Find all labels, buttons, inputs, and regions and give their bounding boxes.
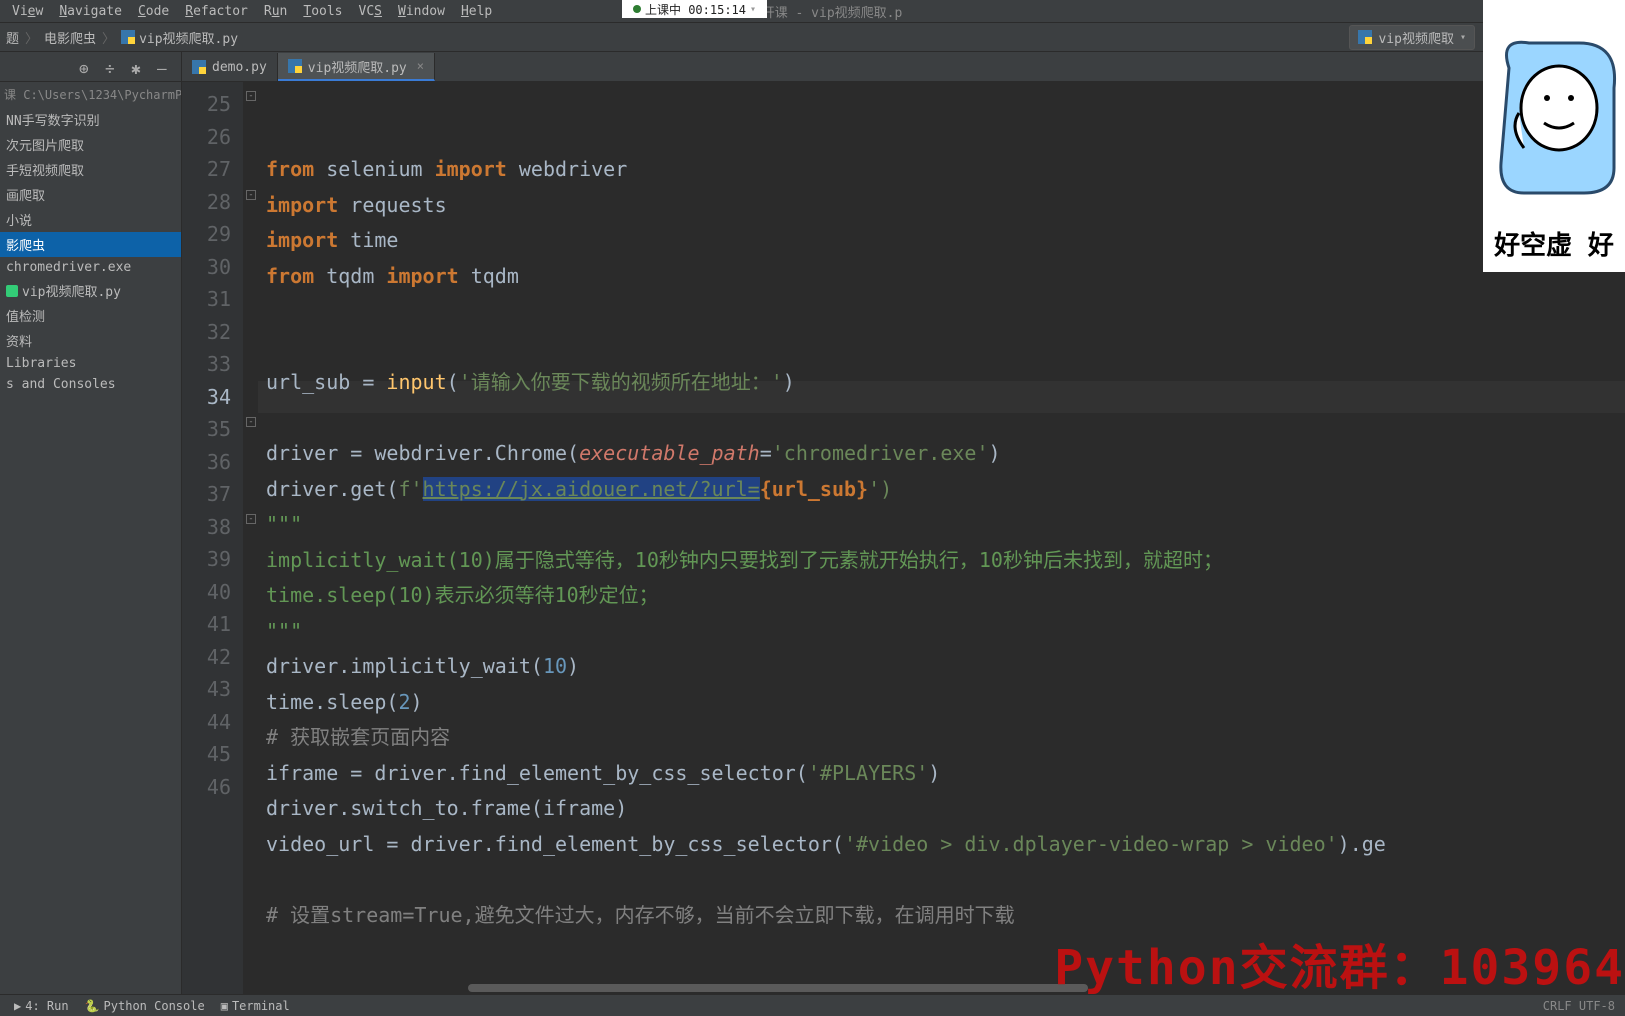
code-editor[interactable]: 2526272829303132333435363738394041424344… bbox=[182, 82, 1625, 994]
editor-area: demo.py vip视频爬取.py × 2526272829303132333… bbox=[182, 52, 1625, 994]
class-status-indicator[interactable]: 上课中 00:15:14 ▾ bbox=[622, 0, 767, 18]
python-file-icon bbox=[192, 60, 206, 74]
terminal-button[interactable]: ▣ Terminal bbox=[213, 997, 298, 1015]
editor-tabs: demo.py vip视频爬取.py × bbox=[182, 52, 1625, 82]
menu-refactor[interactable]: Refactor bbox=[177, 2, 256, 21]
project-sidebar: ⊕ ÷ ✱ — 课 C:\Users\1234\PycharmPro NN手写数… bbox=[0, 52, 182, 994]
chevron-right-icon: 〉 bbox=[25, 28, 38, 47]
meme-image-icon bbox=[1489, 28, 1619, 198]
navigation-bar: 题 〉 电影爬虫 〉 vip视频爬取.py vip视频爬取 ▾ bbox=[0, 22, 1625, 52]
tab-label: vip视频爬取.py bbox=[308, 57, 407, 76]
run-config-selector[interactable]: vip视频爬取 ▾ bbox=[1349, 25, 1475, 50]
tree-folder[interactable]: 画爬取 bbox=[0, 182, 181, 207]
breadcrumb-item[interactable]: 电影爬虫 bbox=[44, 28, 96, 47]
tree-folder-selected[interactable]: 影爬虫 bbox=[0, 232, 181, 257]
tree-library[interactable]: Libraries bbox=[0, 353, 181, 374]
tab-vip[interactable]: vip视频爬取.py × bbox=[278, 53, 435, 81]
selected-url-text: https://jx.aidouer.net/?url= bbox=[423, 477, 760, 501]
class-status-label: 上课中 00:15:14 bbox=[645, 1, 746, 18]
menu-tools[interactable]: Tools bbox=[295, 2, 350, 21]
tree-folder[interactable]: 值检测 bbox=[0, 303, 181, 328]
menu-bar: View Navigate Code Refactor Run Tools VC… bbox=[0, 0, 1625, 22]
tree-folder[interactable]: 手短视频爬取 bbox=[0, 157, 181, 182]
gear-icon[interactable]: ✱ bbox=[131, 59, 147, 75]
breadcrumb-item[interactable]: vip视频爬取.py bbox=[139, 28, 238, 47]
menu-run[interactable]: Run bbox=[256, 2, 295, 21]
recording-dot-icon bbox=[633, 5, 641, 13]
tree-folder[interactable]: 资料 bbox=[0, 328, 181, 353]
project-path: 课 C:\Users\1234\PycharmPro bbox=[0, 82, 181, 107]
fold-icon[interactable]: - bbox=[246, 190, 256, 200]
menu-vcs[interactable]: VCS bbox=[351, 2, 390, 21]
fold-icon[interactable]: - bbox=[246, 514, 256, 524]
status-right: CRLF UTF-8 bbox=[1543, 999, 1615, 1013]
python-file-icon bbox=[288, 59, 302, 73]
breadcrumb[interactable]: 题 〉 电影爬虫 〉 vip视频爬取.py bbox=[6, 28, 238, 47]
python-file-icon bbox=[1358, 30, 1372, 44]
close-icon[interactable]: × bbox=[417, 59, 424, 73]
menu-view[interactable]: View bbox=[4, 2, 51, 21]
code-content[interactable]: from selenium import webdriver import re… bbox=[258, 82, 1625, 994]
qq-group-overlay: Python交流群：103964 bbox=[1054, 928, 1625, 998]
meme-overlay: 好空虚 好 bbox=[1483, 0, 1625, 272]
tree-folder[interactable]: 小说 bbox=[0, 207, 181, 232]
tab-label: demo.py bbox=[212, 60, 267, 75]
meme-text: 好空虚 好 bbox=[1494, 225, 1614, 262]
encoding-status[interactable]: CRLF UTF-8 bbox=[1543, 999, 1615, 1013]
project-tree[interactable]: NN手写数字识别 次元图片爬取 手短视频爬取 画爬取 小说 影爬虫 chrome… bbox=[0, 107, 181, 395]
fold-icon[interactable]: - bbox=[246, 91, 256, 101]
tree-folder[interactable]: NN手写数字识别 bbox=[0, 107, 181, 132]
menu-code[interactable]: Code bbox=[130, 2, 177, 21]
sidebar-toolbar: ⊕ ÷ ✱ — bbox=[0, 52, 181, 82]
line-gutter: 2526272829303132333435363738394041424344… bbox=[182, 82, 244, 994]
python-file-icon bbox=[121, 30, 135, 44]
tree-file[interactable]: vip视频爬取.py bbox=[0, 278, 181, 303]
menu-window[interactable]: Window bbox=[390, 2, 453, 21]
tree-file[interactable]: chromedriver.exe bbox=[0, 257, 181, 278]
scrollbar-thumb[interactable] bbox=[468, 984, 1088, 992]
breadcrumb-item[interactable]: 题 bbox=[6, 28, 19, 47]
chevron-right-icon: 〉 bbox=[102, 28, 115, 47]
minimize-icon[interactable]: — bbox=[157, 59, 173, 75]
chevron-down-icon: ▾ bbox=[750, 4, 756, 15]
chevron-down-icon: ▾ bbox=[1460, 32, 1466, 43]
run-tool-button[interactable]: ▶ 4: Run bbox=[6, 997, 77, 1015]
tab-demo[interactable]: demo.py bbox=[182, 53, 278, 81]
tree-consoles[interactable]: s and Consoles bbox=[0, 374, 181, 395]
menu-navigate[interactable]: Navigate bbox=[51, 2, 130, 21]
menu-help[interactable]: Help bbox=[453, 2, 500, 21]
collapse-icon[interactable]: ÷ bbox=[105, 59, 121, 75]
python-console-button[interactable]: 🐍 Python Console bbox=[77, 997, 213, 1015]
python-file-icon bbox=[6, 285, 18, 297]
run-config-label: vip视频爬取 bbox=[1378, 28, 1453, 47]
fold-icon[interactable]: - bbox=[246, 417, 256, 427]
target-icon[interactable]: ⊕ bbox=[79, 59, 95, 75]
fold-column[interactable]: - - - - bbox=[244, 82, 258, 994]
tree-folder[interactable]: 次元图片爬取 bbox=[0, 132, 181, 157]
